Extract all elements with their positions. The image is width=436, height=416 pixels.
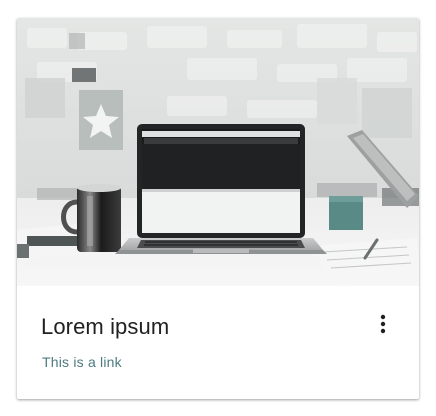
more-vert-icon: [380, 314, 386, 334]
more-options-button[interactable]: [371, 312, 395, 336]
card: Lorem ipsum This is a link: [17, 18, 419, 399]
card-image: [17, 18, 419, 286]
card-title: Lorem ipsum: [41, 314, 170, 339]
card-link[interactable]: This is a link: [42, 354, 122, 370]
